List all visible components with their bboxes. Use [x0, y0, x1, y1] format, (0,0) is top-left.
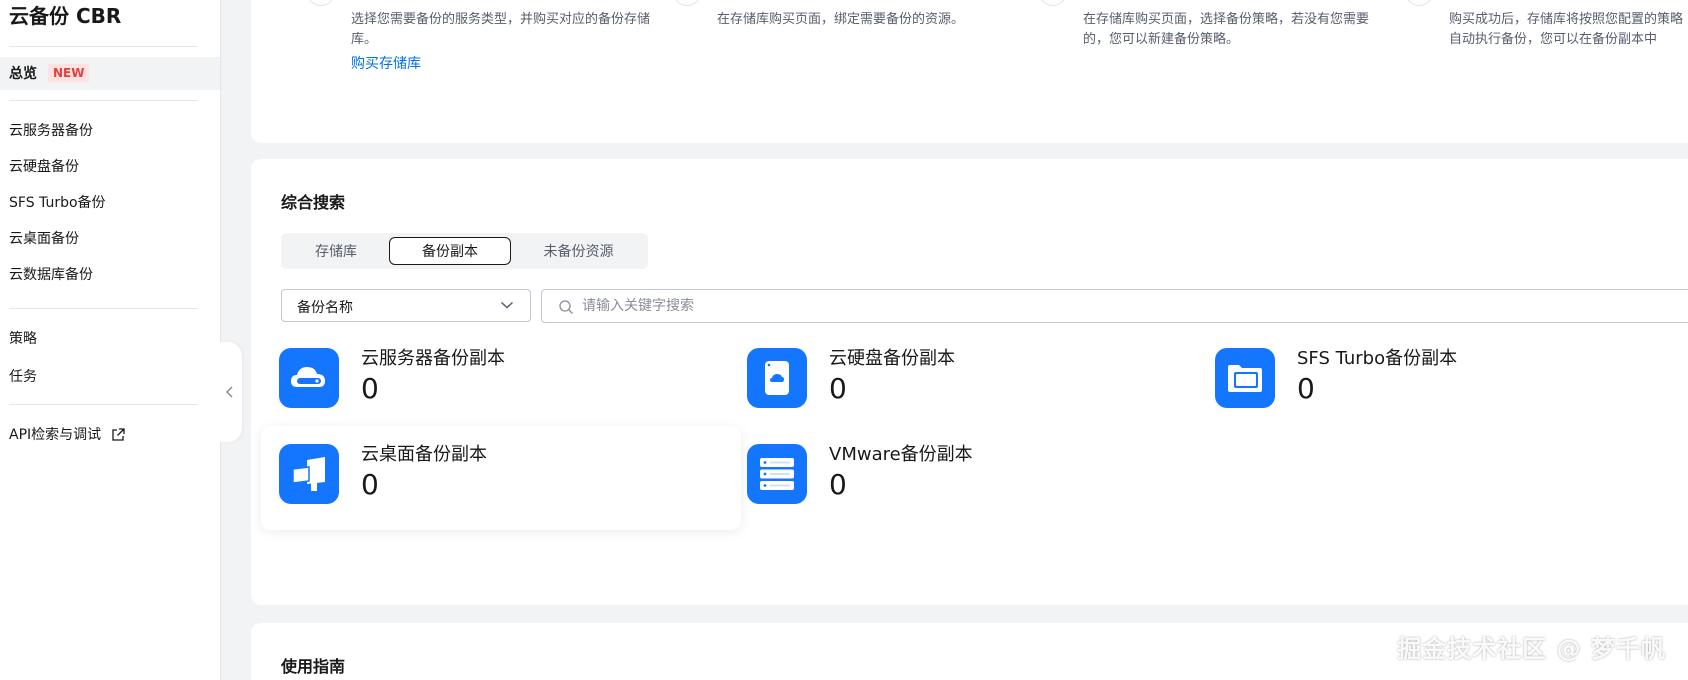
stat-name: 云服务器备份副本	[361, 348, 505, 369]
buy-vault-link[interactable]: 购买存储库	[351, 53, 421, 73]
step-number	[307, 0, 335, 6]
stat-sfs-turbo-replica[interactable]: SFS Turbo备份副本 0	[1197, 330, 1677, 434]
sidebar-item-cloud-disk-backup[interactable]: 云硬盘备份	[9, 157, 79, 177]
stat-count: 0	[361, 372, 379, 405]
tab-unbacked-resources[interactable]: 未备份资源	[513, 237, 644, 265]
sidebar-item-api-explorer[interactable]: API检索与调试	[9, 425, 126, 445]
stat-name: 云桌面备份副本	[361, 444, 487, 465]
search-field-select[interactable]: 备份名称	[281, 289, 531, 322]
collapse-sidebar-button[interactable]	[218, 342, 242, 442]
section-title: 使用指南	[281, 657, 346, 676]
stat-count: 0	[829, 468, 847, 501]
step-number	[1039, 0, 1067, 6]
stat-name: VMware备份副本	[829, 444, 973, 465]
divider	[9, 46, 197, 47]
cloud-server-icon	[279, 348, 339, 408]
sidebar-item-sfs-turbo-backup[interactable]: SFS Turbo备份	[9, 193, 106, 213]
section-title: 综合搜索	[281, 193, 346, 212]
step-description: 选择您需要备份的服务类型，并购买对应的备份存储库。	[351, 12, 651, 47]
step-description: 购买成功后，存储库将按照您配置的策略自动执行备份，您可以在备份副本中	[1449, 12, 1684, 47]
tab-backup-replica[interactable]: 备份副本	[389, 237, 511, 265]
brand-title: 云备份 CBR	[9, 4, 122, 28]
sidebar: 云备份 CBR 总览 NEW 云服务器备份 云硬盘备份 SFS Turbo备份 …	[0, 0, 221, 680]
step-number	[673, 0, 701, 6]
sidebar-item-label: 总览	[9, 66, 37, 82]
step-description: 在存储库购买页面，选择备份策略，若没有您需要的，您可以新建备份策略。	[1083, 12, 1370, 47]
search-bar	[541, 289, 1688, 323]
stat-cloud-disk-replica[interactable]: 云硬盘备份副本 0	[729, 330, 1209, 434]
chevron-down-icon	[500, 301, 514, 309]
stat-cloud-desktop-replica[interactable]: 云桌面备份副本 0	[261, 426, 741, 530]
step-number	[1405, 0, 1433, 6]
stat-count: 0	[361, 468, 379, 501]
search-icon	[559, 300, 573, 314]
step-description: 在存储库购买页面，绑定需要备份的资源。	[717, 12, 965, 27]
comprehensive-search-card: 综合搜索 存储库 备份副本 未备份资源 备份名称 云服务器备份副本 0	[251, 159, 1688, 605]
sidebar-item-overview[interactable]: 总览 NEW	[0, 57, 220, 90]
sidebar-item-label: API检索与调试	[9, 427, 102, 443]
stat-vmware-replica[interactable]: VMware备份副本 0	[729, 426, 1209, 530]
stat-name: 云硬盘备份副本	[829, 348, 955, 369]
sidebar-item-cloud-desktop-backup[interactable]: 云桌面备份	[9, 229, 79, 249]
getting-started-card: 选择您需要备份的服务类型，并购买对应的备份存储库。 购买存储库 在存储库购买页面…	[251, 0, 1688, 143]
sidebar-item-cloud-server-backup[interactable]: 云服务器备份	[9, 121, 93, 141]
folder-icon	[1215, 348, 1275, 408]
stat-name: SFS Turbo备份副本	[1297, 348, 1458, 369]
divider	[9, 404, 197, 405]
select-value: 备份名称	[297, 300, 353, 316]
sidebar-item-cloud-database-backup[interactable]: 云数据库备份	[9, 265, 93, 285]
sidebar-item-policy[interactable]: 策略	[9, 329, 37, 349]
tab-vault[interactable]: 存储库	[285, 237, 387, 265]
watermark: 掘金技术社区 @ 梦千帆	[1397, 635, 1666, 663]
chevron-left-icon	[225, 386, 233, 398]
search-tabs: 存储库 备份副本 未备份资源	[281, 233, 648, 269]
cloud-desktop-icon	[279, 444, 339, 504]
cloud-disk-icon	[747, 348, 807, 408]
stat-count: 0	[1297, 372, 1315, 405]
divider	[9, 100, 197, 101]
divider	[9, 308, 197, 309]
stat-count: 0	[829, 372, 847, 405]
search-input[interactable]	[582, 296, 1182, 316]
new-badge: NEW	[48, 64, 90, 82]
stat-cloud-server-replica[interactable]: 云服务器备份副本 0	[261, 330, 741, 434]
sidebar-item-task[interactable]: 任务	[9, 367, 37, 387]
server-rack-icon	[747, 444, 807, 504]
external-link-icon	[111, 428, 125, 441]
